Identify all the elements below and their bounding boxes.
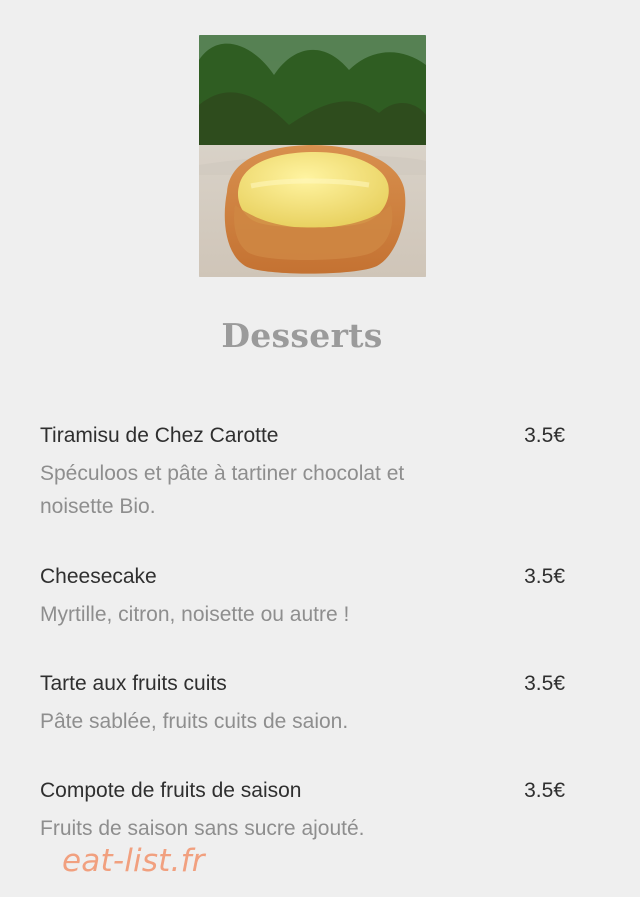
- menu-item-description: Myrtille, citron, noisette ou autre !: [40, 603, 350, 626]
- menu-item-name: Cheesecake: [40, 565, 157, 588]
- menu-item-name: Tiramisu de Chez Carotte: [40, 424, 279, 447]
- menu-item-description: Spéculoos et pâte à tartiner chocolat et…: [40, 462, 405, 518]
- menu-item-price: 3.5€: [524, 672, 565, 695]
- menu-item-name: Tarte aux fruits cuits: [40, 672, 227, 695]
- menu-item-price: 3.5€: [524, 565, 565, 588]
- menu-item-description: Pâte sablée, fruits cuits de saion.: [40, 710, 349, 733]
- dessert-photo-illustration: [199, 35, 426, 277]
- site-watermark: eat-list.fr: [62, 843, 205, 879]
- dessert-photo: [199, 35, 426, 277]
- menu-item-description: Fruits de saison sans sucre ajouté.: [40, 817, 365, 840]
- menu-item-price: 3.5€: [524, 424, 565, 447]
- menu-item-price: 3.5€: [524, 779, 565, 802]
- section-title: Desserts: [221, 316, 383, 355]
- menu-item-name: Compote de fruits de saison: [40, 779, 302, 802]
